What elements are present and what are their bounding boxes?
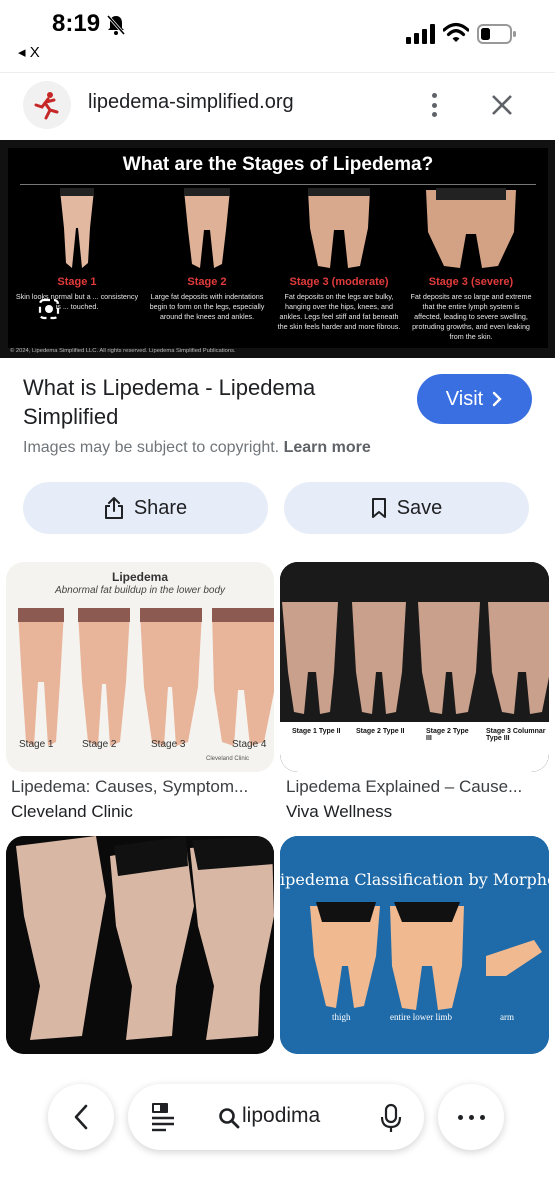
image-label: Stage 2 Type II <box>356 728 405 735</box>
image-label: Stage 2 <box>82 739 117 750</box>
bookmark-icon <box>371 498 386 518</box>
legs-illustration <box>184 188 230 268</box>
divider <box>20 184 536 185</box>
legs-illustration <box>426 188 516 268</box>
back-to-app-link[interactable]: ◂ X <box>18 43 40 61</box>
stage-description: Fat deposits on the legs are bulky, hang… <box>277 292 401 331</box>
visit-button[interactable]: Visit <box>417 374 532 424</box>
copyright-text: Images may be subject to copyright. <box>23 439 280 456</box>
stage-label: Stage 3 (severe) <box>428 276 514 288</box>
image-subheading: Abnormal fat buildup in the lower body <box>54 585 226 596</box>
image-label: thigh <box>332 1012 351 1022</box>
related-image-card[interactable]: Lipedema Abnormal fat buildup in the low… <box>6 562 274 772</box>
infographic-title: What are the Stages of Lipedema? <box>122 154 434 175</box>
site-url[interactable]: lipedema-simplified.org <box>88 91 294 114</box>
stage-column: Stage 2 Large fat deposits with indentat… <box>142 188 272 343</box>
stages-infographic: What are the Stages of Lipedema? Stage 1… <box>8 148 548 354</box>
stage-description: Fat deposits are so large and extreme th… <box>410 292 532 341</box>
bell-muted-icon <box>106 14 126 41</box>
related-source: Viva Wellness <box>286 802 393 821</box>
stage-label: Stage 2 <box>187 276 227 288</box>
image-label: entire lower limb <box>390 1012 452 1022</box>
copyright-notice: Images may be subject to copyright. Lear… <box>23 439 371 457</box>
status-time: 8:19 <box>52 10 101 37</box>
learn-more-link[interactable]: Learn more <box>284 439 371 456</box>
related-image-card[interactable]: ipedema Classification by Morpholog thig… <box>280 836 549 1054</box>
stage-label: Stage 1 <box>57 276 97 288</box>
bottom-toolbar: lipodima <box>0 1060 555 1200</box>
source-header: lipedema-simplified.org <box>0 72 555 136</box>
stage-column: Stage 3 (severe) Fat deposits are so lar… <box>406 188 536 343</box>
lens-search-icon[interactable] <box>38 298 60 320</box>
microphone-icon[interactable] <box>380 1103 402 1138</box>
more-menu-button[interactable] <box>438 1084 504 1150</box>
search-query[interactable]: lipodima <box>242 1104 320 1128</box>
related-source: Cleveland Clinic <box>11 802 133 821</box>
related-title[interactable]: Lipedema: Causes, Symptom... <box>11 777 273 797</box>
share-icon <box>104 497 123 519</box>
battery-icon <box>477 24 517 49</box>
status-bar: 8:19 ◂ X <box>0 0 555 70</box>
image-label: Stage 1 <box>19 739 54 750</box>
image-label: Stage 1 Type II <box>292 728 341 735</box>
image-label: Stage 2 Type III <box>426 728 469 742</box>
chevron-right-icon <box>493 391 502 407</box>
back-button[interactable] <box>48 1084 114 1150</box>
image-credit: Cleveland Clinic <box>206 756 250 762</box>
image-heading: Lipedema <box>111 570 168 584</box>
result-title[interactable]: What is Lipedema - Lipedema Simplified <box>23 373 403 431</box>
cellular-signal-icon <box>406 24 436 49</box>
site-logo[interactable] <box>23 81 71 129</box>
search-bar[interactable]: lipodima <box>128 1084 424 1150</box>
related-image-card[interactable] <box>6 836 274 1054</box>
related-title[interactable]: Lipedema Explained – Cause... <box>286 777 548 797</box>
image-heading: ipedema Classification by Morpholog <box>280 870 549 889</box>
legs-illustration <box>308 188 370 268</box>
related-image-card[interactable]: Stage 1 Type II Stage 2 Type II Stage 2 … <box>280 562 549 772</box>
legs-illustration <box>60 188 94 268</box>
save-button[interactable]: Save <box>284 482 529 534</box>
wifi-icon <box>442 22 470 49</box>
infographic-copyright: © 2024, Lipedema Simplified LLC. All rig… <box>10 348 236 354</box>
image-label: Stage 3 Columnar Type III <box>486 728 546 742</box>
result-image[interactable]: What are the Stages of Lipedema? Stage 1… <box>0 140 555 358</box>
search-icon <box>218 1107 240 1134</box>
share-label: Share <box>133 496 188 519</box>
close-icon[interactable] <box>488 91 516 124</box>
stage-column: Stage 3 (moderate) Fat deposits on the l… <box>274 188 404 343</box>
related-image <box>6 836 274 1054</box>
more-options-icon[interactable] <box>422 89 446 121</box>
image-label: arm <box>500 1012 514 1022</box>
stage-label: Stage 3 (moderate) <box>289 276 389 288</box>
stage-column: Stage 1 Skin looks normal but a ... cons… <box>12 188 142 343</box>
stage-description: Large fat deposits with indentations beg… <box>149 292 265 321</box>
document-icon[interactable] <box>150 1101 176 1138</box>
stage-description: Skin looks normal but a ... consistency … <box>15 292 139 311</box>
save-label: Save <box>396 496 443 519</box>
share-button[interactable]: Share <box>23 482 268 534</box>
chevron-left-icon <box>74 1104 88 1130</box>
image-label: Stage 3 <box>151 739 186 750</box>
visit-label: Visit <box>445 387 484 410</box>
image-label: Stage 4 <box>232 739 267 750</box>
